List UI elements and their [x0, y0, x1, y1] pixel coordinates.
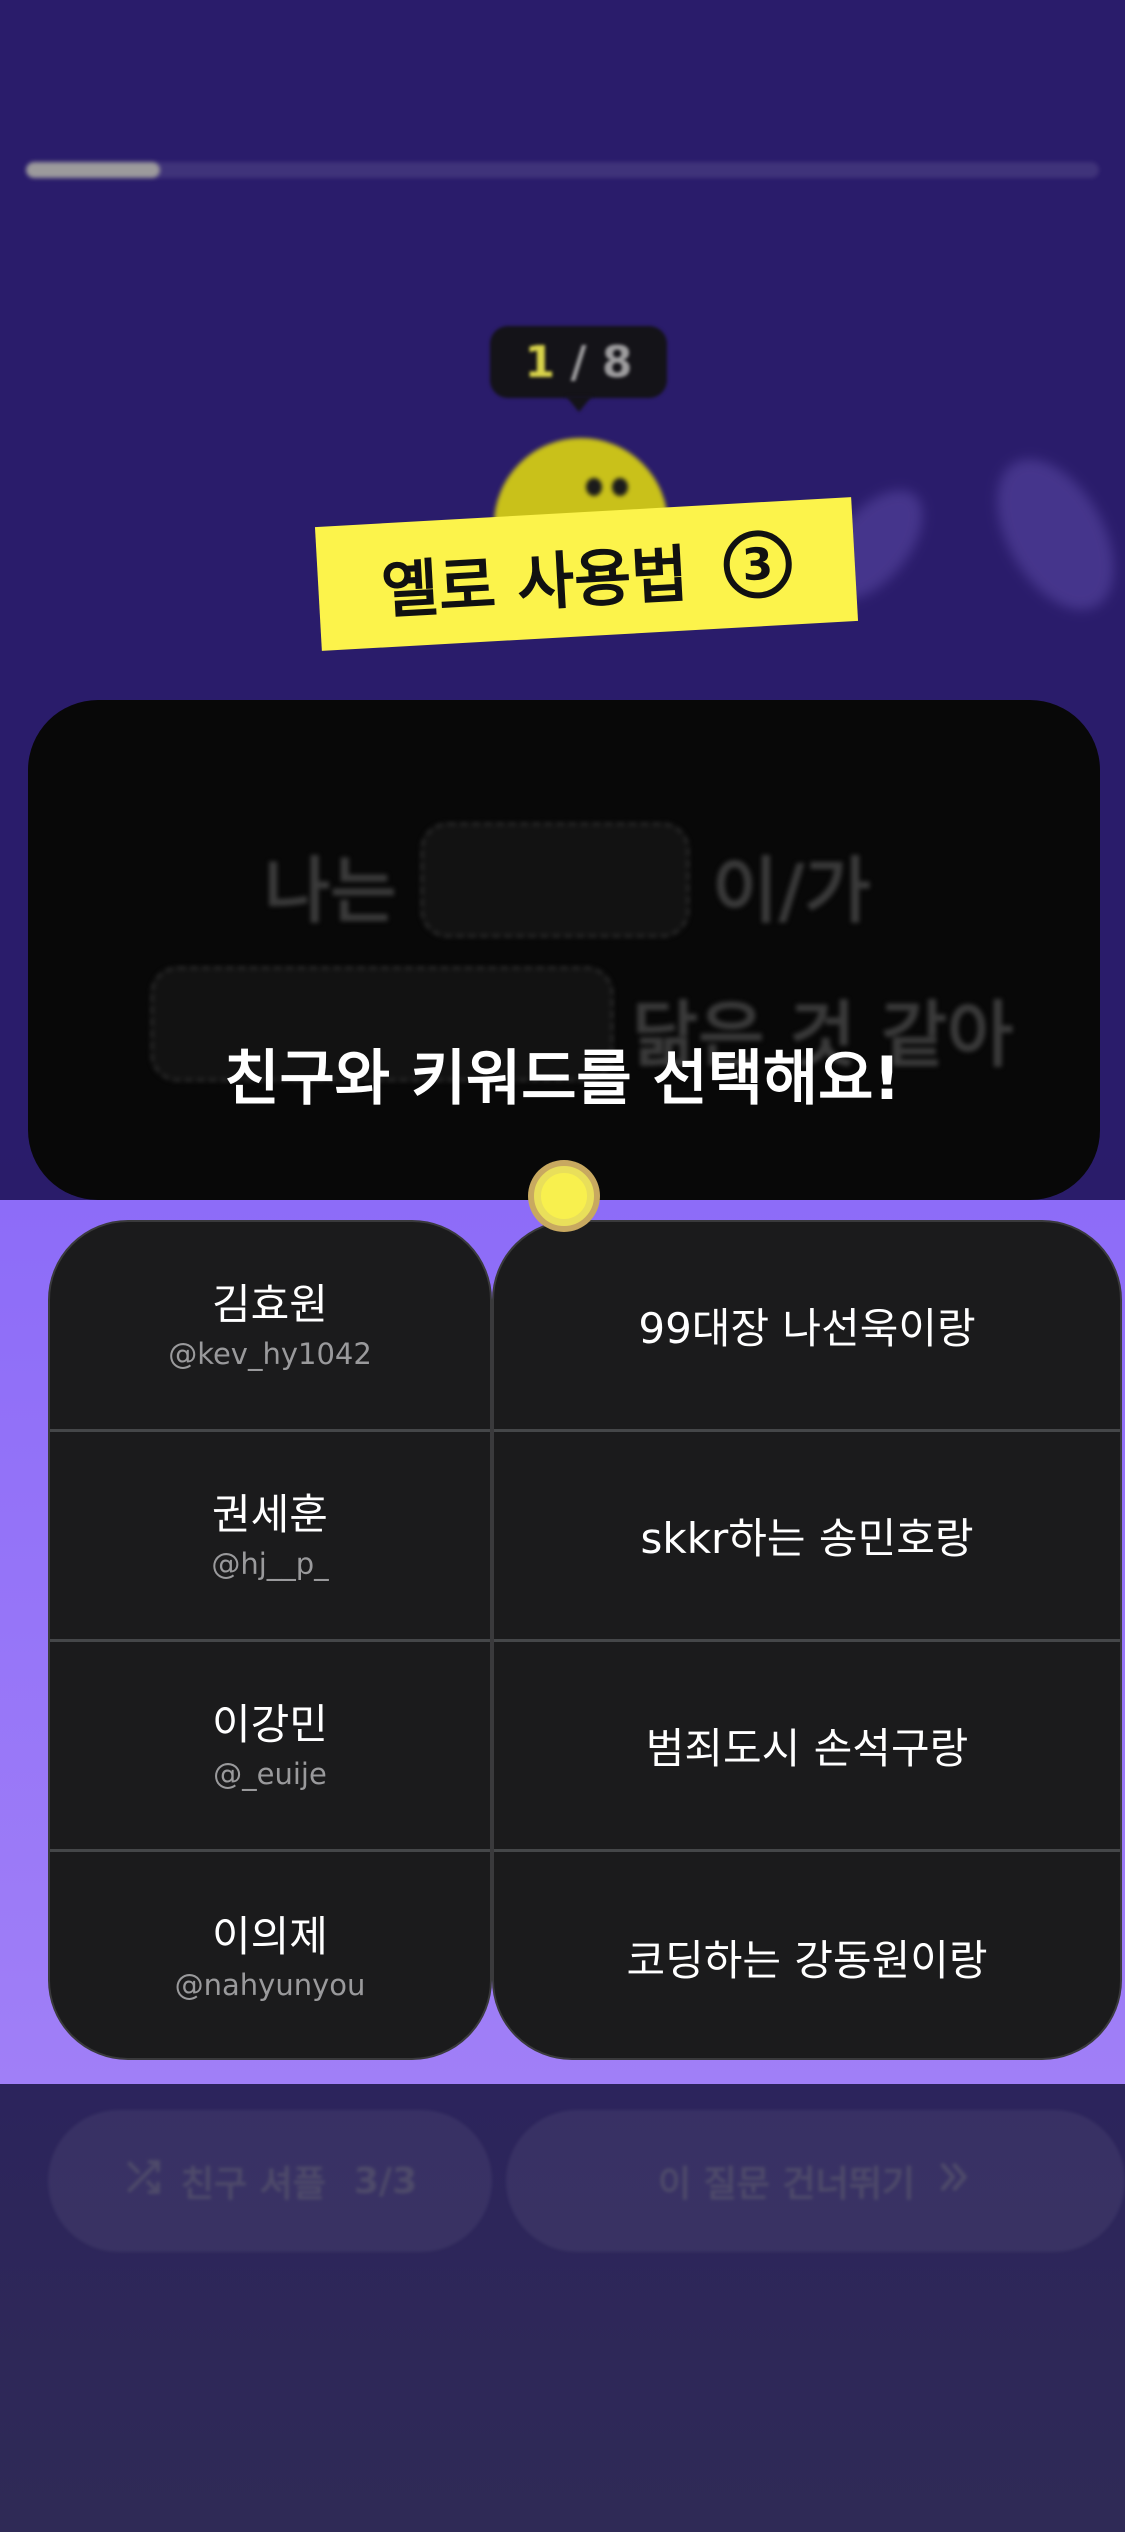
question-slot-friend	[420, 822, 690, 938]
shuffle-count: 3/3	[353, 2160, 418, 2202]
friend-handle: @_euije	[213, 1756, 327, 1791]
skip-question-button[interactable]: 이 질문 건너뛰기	[506, 2110, 1125, 2252]
keyword-text: 범죄도시 손석구랑	[645, 1724, 969, 1773]
friend-option[interactable]: 이강민 @_euije	[50, 1642, 490, 1852]
mascot-eye-right	[612, 478, 628, 496]
counter-bubble-tail	[566, 396, 592, 412]
question-card	[28, 700, 1100, 1200]
keyword-option[interactable]: 범죄도시 손석구랑	[494, 1642, 1120, 1852]
friend-name: 김효원	[212, 1280, 328, 1330]
tutorial-title: 옐로 사용법	[379, 537, 691, 628]
tutorial-pointer-dot	[534, 1166, 594, 1226]
counter-current: 1	[524, 336, 556, 388]
friend-name: 이의제	[212, 1911, 328, 1961]
shuffle-friends-button[interactable]: 친구 셔플 3/3	[48, 2110, 492, 2252]
friend-handle: @hj__p_	[211, 1546, 329, 1581]
friend-option[interactable]: 권세훈 @hj__p_	[50, 1432, 490, 1642]
friend-list: 김효원 @kev_hy1042 권세훈 @hj__p_ 이강민 @_euije …	[48, 1220, 492, 2060]
shuffle-icon	[123, 2157, 163, 2206]
counter-total: 8	[601, 336, 633, 388]
friend-handle: @kev_hy1042	[168, 1336, 372, 1371]
friend-name: 권세훈	[212, 1490, 328, 1540]
friend-option[interactable]: 이의제 @nahyunyou	[50, 1852, 490, 2058]
question-counter: 1 / 8	[490, 326, 667, 398]
progress-fill	[26, 162, 161, 178]
shuffle-label: 친구 셔플	[180, 2164, 326, 2205]
mascot-eye-left	[586, 478, 602, 496]
keyword-text: skkr하는 송민호랑	[640, 1514, 974, 1563]
tutorial-step-badge: 3	[721, 528, 794, 601]
keyword-option[interactable]: 코딩하는 강동원이랑	[494, 1852, 1120, 2058]
counter-separator: /	[555, 336, 602, 388]
keyword-text: 99대장 나선욱이랑	[638, 1304, 976, 1353]
keyword-text: 코딩하는 강동원이랑	[626, 1935, 988, 1985]
progress-bar	[26, 162, 1099, 178]
friend-option[interactable]: 김효원 @kev_hy1042	[50, 1222, 490, 1432]
keyword-option[interactable]: skkr하는 송민호랑	[494, 1432, 1120, 1642]
skip-label: 이 질문 건너뛰기	[658, 2164, 915, 2205]
tutorial-instruction: 친구와 키워드를 선택해요!	[224, 1044, 901, 1114]
question-text-after: 이/가	[712, 849, 871, 933]
question-text-before: 나는	[264, 849, 397, 933]
friend-name: 이강민	[212, 1700, 328, 1750]
keyword-option[interactable]: 99대장 나선욱이랑	[494, 1222, 1120, 1432]
double-chevron-right-icon	[933, 2157, 973, 2206]
friend-handle: @nahyunyou	[174, 1968, 366, 2003]
keyword-list: 99대장 나선욱이랑 skkr하는 송민호랑 범죄도시 손석구랑 코딩하는 강동…	[492, 1220, 1122, 2060]
